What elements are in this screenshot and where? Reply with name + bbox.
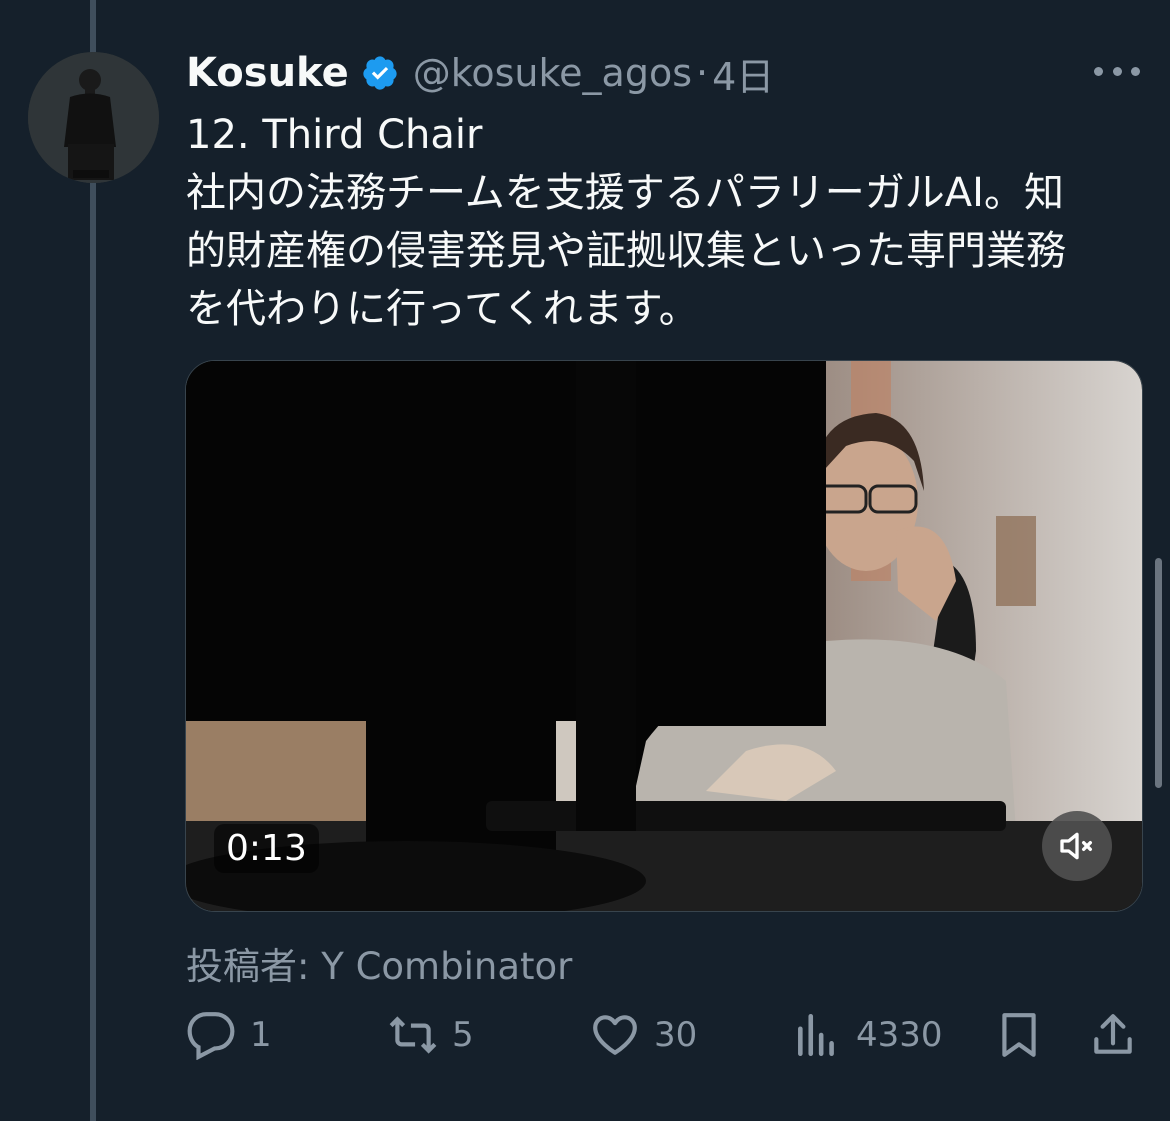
share-icon xyxy=(1094,1014,1132,1054)
speaker-muted-icon xyxy=(1060,832,1092,860)
tweet-text-line: 12. Third Chair xyxy=(186,112,483,158)
bookmark-icon xyxy=(1002,1013,1036,1057)
share-button[interactable] xyxy=(1088,1008,1138,1062)
video-duration: 0:13 xyxy=(214,824,319,873)
video-frame xyxy=(186,361,1142,911)
verified-badge-icon xyxy=(363,56,397,90)
reply-button[interactable]: 1 xyxy=(186,1008,272,1062)
views-bar-chart-icon xyxy=(798,1013,834,1057)
tweet-text-line: 社内の法務チームを支援するパラリーガルAI。知 xyxy=(186,170,1064,216)
views-button[interactable]: 4330 xyxy=(792,1008,943,1062)
repost-count: 5 xyxy=(452,1015,474,1055)
timestamp[interactable]: 4日 xyxy=(712,46,774,101)
heart-icon xyxy=(593,1015,637,1055)
author-name[interactable]: Kosuke xyxy=(186,50,349,96)
author-handle[interactable]: @kosuke_agos xyxy=(413,51,692,95)
mute-toggle-button[interactable] xyxy=(1042,811,1112,881)
media-attribution[interactable]: 投稿者: Y Combinator xyxy=(186,936,572,990)
video-player[interactable] xyxy=(185,360,1143,912)
more-options-icon[interactable] xyxy=(1094,60,1140,82)
reply-count: 1 xyxy=(250,1015,272,1055)
tweet-text-line: を代わりに行ってくれます。 xyxy=(186,286,699,332)
avatar[interactable] xyxy=(28,52,159,183)
repost-button[interactable]: 5 xyxy=(388,1008,474,1062)
like-button[interactable]: 30 xyxy=(590,1008,697,1062)
tweet-header: Kosuke @kosuke_agos · 4日 xyxy=(186,46,774,100)
repost-icon xyxy=(389,1016,437,1054)
like-count: 30 xyxy=(654,1015,698,1055)
scrollbar-thumb[interactable] xyxy=(1155,558,1162,788)
tweet-text: 12. Third Chair 社内の法務チームを支援するパラリーガルAI。知 … xyxy=(186,106,1136,338)
tweet-text-line: 的財産権の侵害発見や証拠収集といった専門業務 xyxy=(186,228,1066,274)
bookmark-button[interactable] xyxy=(994,1008,1044,1062)
reply-icon xyxy=(187,1012,235,1060)
view-count: 4330 xyxy=(856,1015,943,1055)
avatar-photo xyxy=(28,52,159,183)
header-separator: · xyxy=(696,51,709,95)
